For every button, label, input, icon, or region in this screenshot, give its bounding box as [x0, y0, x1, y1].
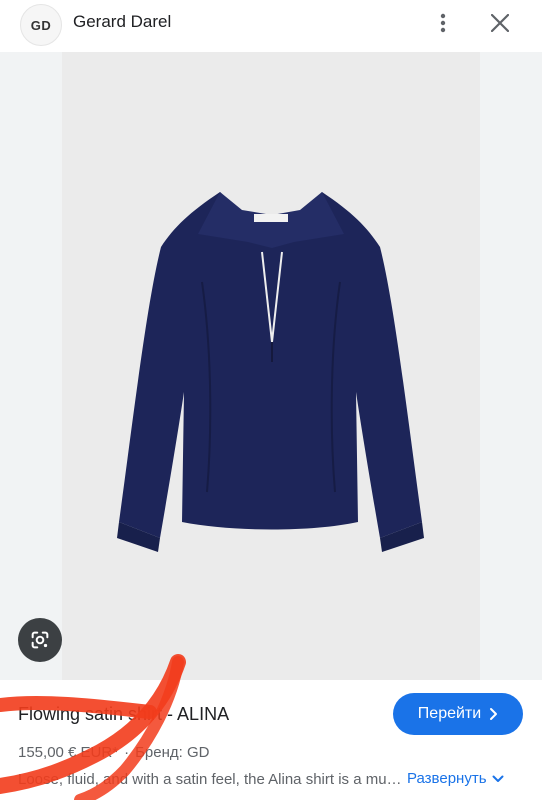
visual-search-button[interactable] [18, 618, 62, 662]
header-bar: GD Gerard Darel [0, 0, 542, 52]
go-button[interactable]: Перейти [393, 693, 523, 735]
expand-button[interactable]: Развернуть [407, 770, 504, 787]
close-button[interactable] [485, 8, 515, 38]
chevron-down-icon [492, 775, 504, 782]
shirt-image [117, 192, 424, 552]
close-icon [491, 14, 509, 32]
product-meta: 155,00 € EUR* · Бренд: GD [18, 744, 209, 761]
more-vert-icon [440, 13, 446, 33]
meta-separator: · [124, 744, 130, 761]
product-brand: Бренд: GD [135, 744, 210, 761]
site-logo[interactable]: GD [20, 4, 62, 46]
product-image[interactable] [62, 52, 480, 680]
site-name: Gerard Darel [73, 12, 172, 31]
product-price: 155,00 € EUR* [18, 744, 119, 761]
go-button-label: Перейти [417, 705, 482, 722]
more-options-button[interactable] [428, 8, 458, 38]
product-title[interactable]: Flowing satin shirt - ALINA [18, 704, 229, 725]
product-image-area[interactable] [0, 52, 542, 680]
expand-label: Развернуть [407, 770, 487, 787]
chevron-right-icon [490, 708, 498, 720]
product-description: Loose, fluid, and with a satin feel, the… [18, 771, 402, 788]
product-info-panel: Flowing satin shirt - ALINA Перейти 155,… [0, 680, 542, 800]
lens-icon [31, 631, 49, 649]
